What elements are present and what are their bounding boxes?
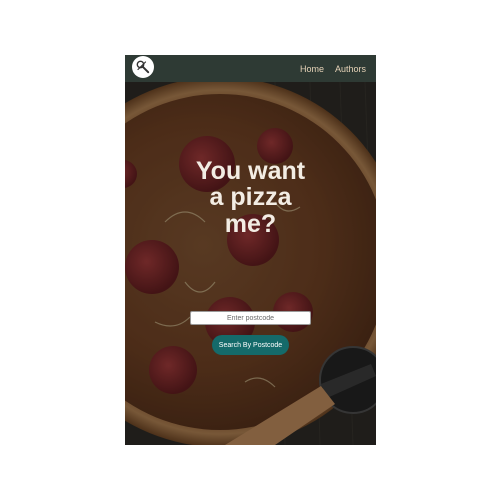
search-by-postcode-button[interactable]: Search By Postcode [212, 335, 289, 355]
nav-link-home[interactable]: Home [300, 64, 324, 74]
headline-line: You want [195, 157, 306, 185]
logo[interactable] [132, 56, 154, 78]
app-viewport: Home Authors You want a pizza me? Enter … [125, 55, 376, 445]
page-headline: You want a pizza me? [125, 158, 376, 237]
nav-links: Home Authors [300, 55, 366, 82]
nav-link-authors[interactable]: Authors [335, 64, 366, 74]
pizza-cutter-icon [136, 60, 150, 74]
pizza-background-image [125, 82, 376, 445]
postcode-input[interactable] [190, 311, 311, 325]
headline-line: me? [224, 209, 277, 238]
hero-section: You want a pizza me? Search By Postcode [125, 82, 376, 445]
navbar: Home Authors [125, 55, 376, 82]
headline-line: a pizza [209, 183, 292, 212]
